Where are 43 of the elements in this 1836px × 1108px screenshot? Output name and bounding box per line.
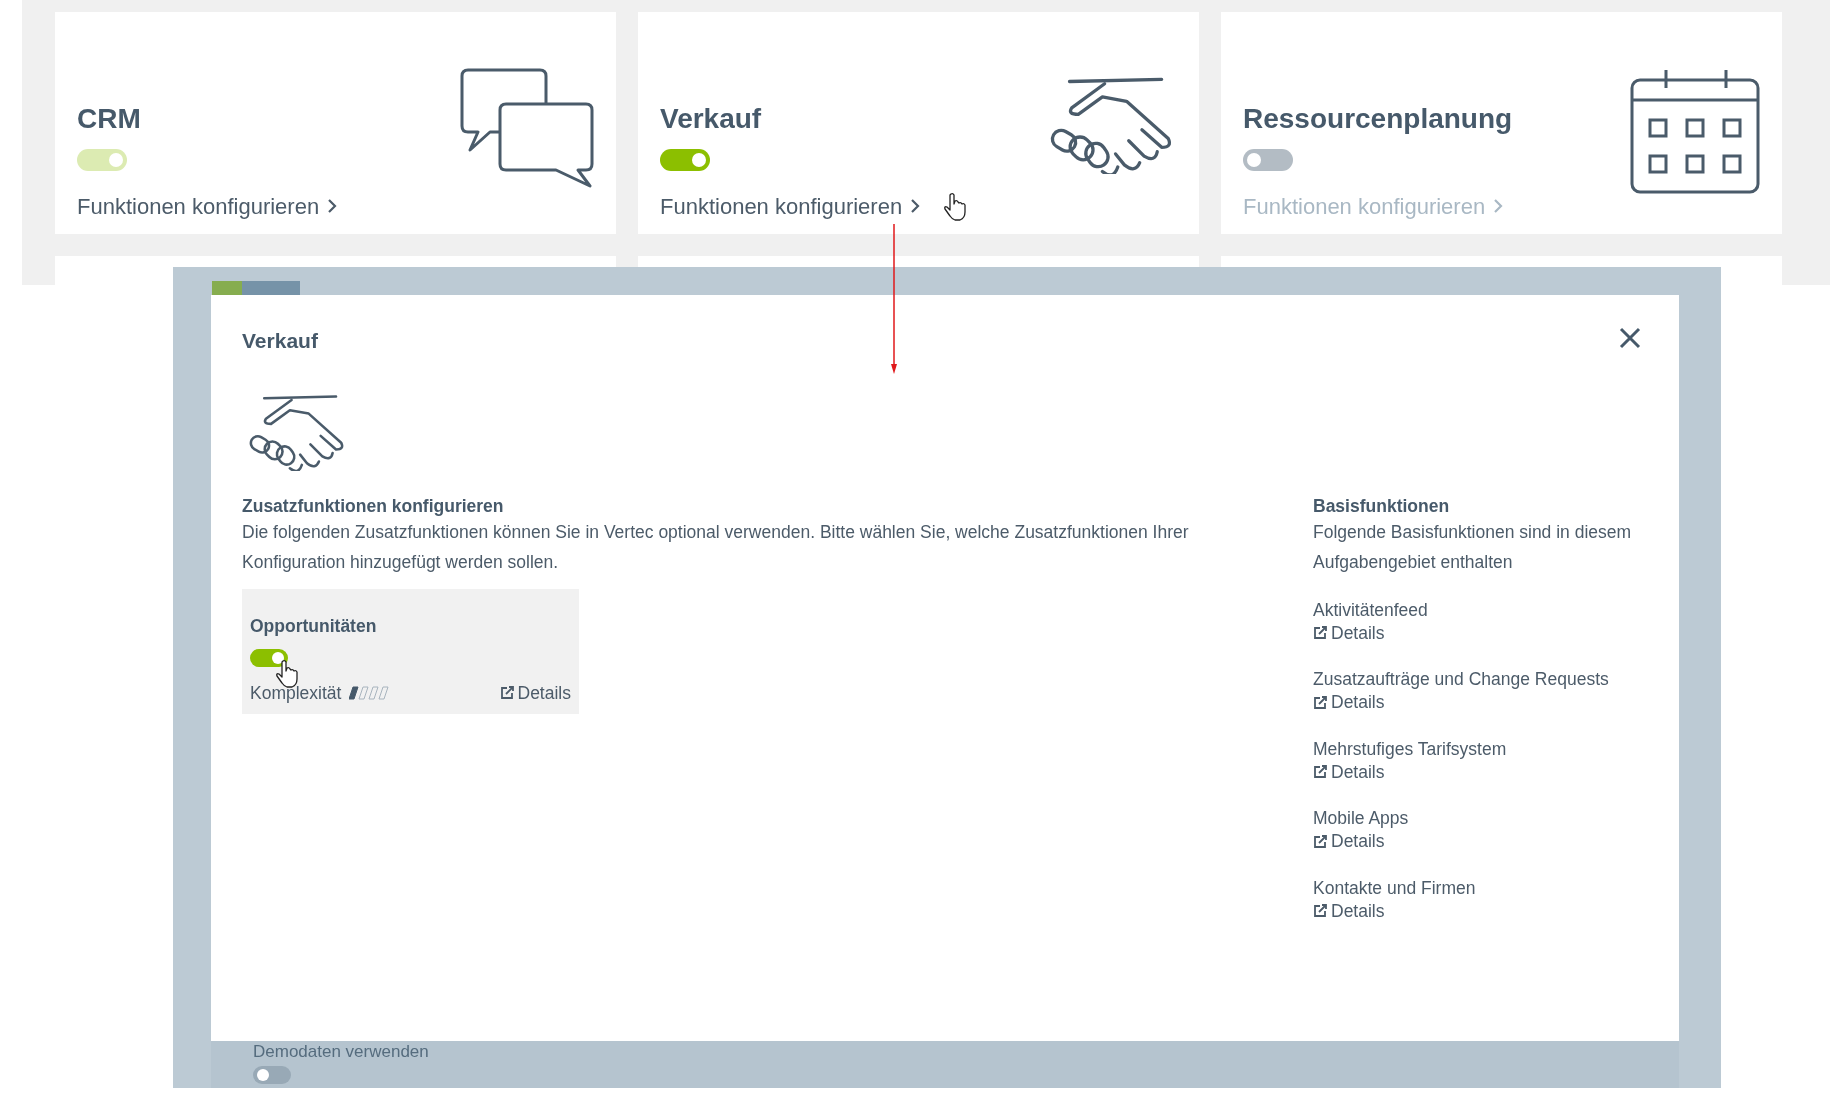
setting-label: Demodaten verwenden	[253, 1041, 430, 1062]
feature-name: Mobile Apps	[1313, 807, 1410, 830]
toggle-switch[interactable]	[250, 648, 288, 667]
toggle-switch[interactable]	[1243, 148, 1293, 171]
cursor-icon	[944, 193, 966, 221]
toggle-switch[interactable]	[253, 1066, 291, 1084]
toggle-switch[interactable]	[77, 148, 127, 171]
feature-name: Zusatzaufträge und Change Requests	[1313, 668, 1610, 691]
module-title: CRM	[77, 104, 142, 135]
dialog-title: Verkauf	[242, 328, 318, 354]
chevron-icon	[910, 198, 921, 215]
close-icon	[1619, 326, 1641, 349]
external-link-icon	[1313, 765, 1327, 779]
details-link[interactable]: Details	[1313, 691, 1385, 714]
external-link-icon	[1313, 904, 1327, 918]
external-link-icon	[1313, 626, 1327, 640]
chevron-icon	[327, 198, 338, 215]
details-link[interactable]: Details	[499, 679, 571, 706]
configure-link[interactable]: Funktionen konfigurieren	[660, 189, 903, 223]
chevron-icon	[1493, 198, 1504, 215]
description-text: Die folgenden Zusatzfunktionen können Sie in Vertec optional verwenden. Bitte wählen Sie, welche Zusatzfunktionen Ihrer Konfiguration hinzugefügt werden sollen.	[242, 520, 1190, 574]
section-heading: Zusatzfunktionen konfigurieren	[242, 494, 505, 517]
feature-name: Kontakte und Firmen	[1313, 876, 1477, 900]
feature-title: Opportunitäten	[250, 614, 378, 638]
module-title: Verkauf	[660, 104, 763, 135]
close-button[interactable]	[1619, 325, 1641, 349]
description-text: Folgende Basisfunktionen sind in diesem Aufgabengebiet enthalten	[1313, 520, 1633, 574]
details-link[interactable]: Details	[1313, 899, 1385, 923]
configure-link[interactable]: Funktionen konfigurieren	[77, 189, 320, 223]
external-link-icon	[1313, 695, 1327, 710]
external-link-icon	[499, 685, 514, 700]
toggle-switch[interactable]	[660, 148, 710, 171]
calendar-icon	[1630, 68, 1760, 194]
section-heading: Basisfunktionen	[1313, 494, 1451, 517]
feature-name: Mehrstufiges Tarifsystem	[1313, 737, 1508, 761]
external-link-icon	[1313, 834, 1327, 849]
module-title: Ressourcenplanung	[1243, 104, 1513, 135]
cursor-icon	[276, 660, 298, 688]
complexity-label: Komplexität	[250, 681, 342, 705]
details-link[interactable]: Details	[1313, 830, 1385, 853]
details-link[interactable]: Details	[1313, 621, 1385, 645]
feature-name: Aktivitätenfeed	[1313, 598, 1429, 622]
details-link[interactable]: Details	[1313, 760, 1385, 784]
